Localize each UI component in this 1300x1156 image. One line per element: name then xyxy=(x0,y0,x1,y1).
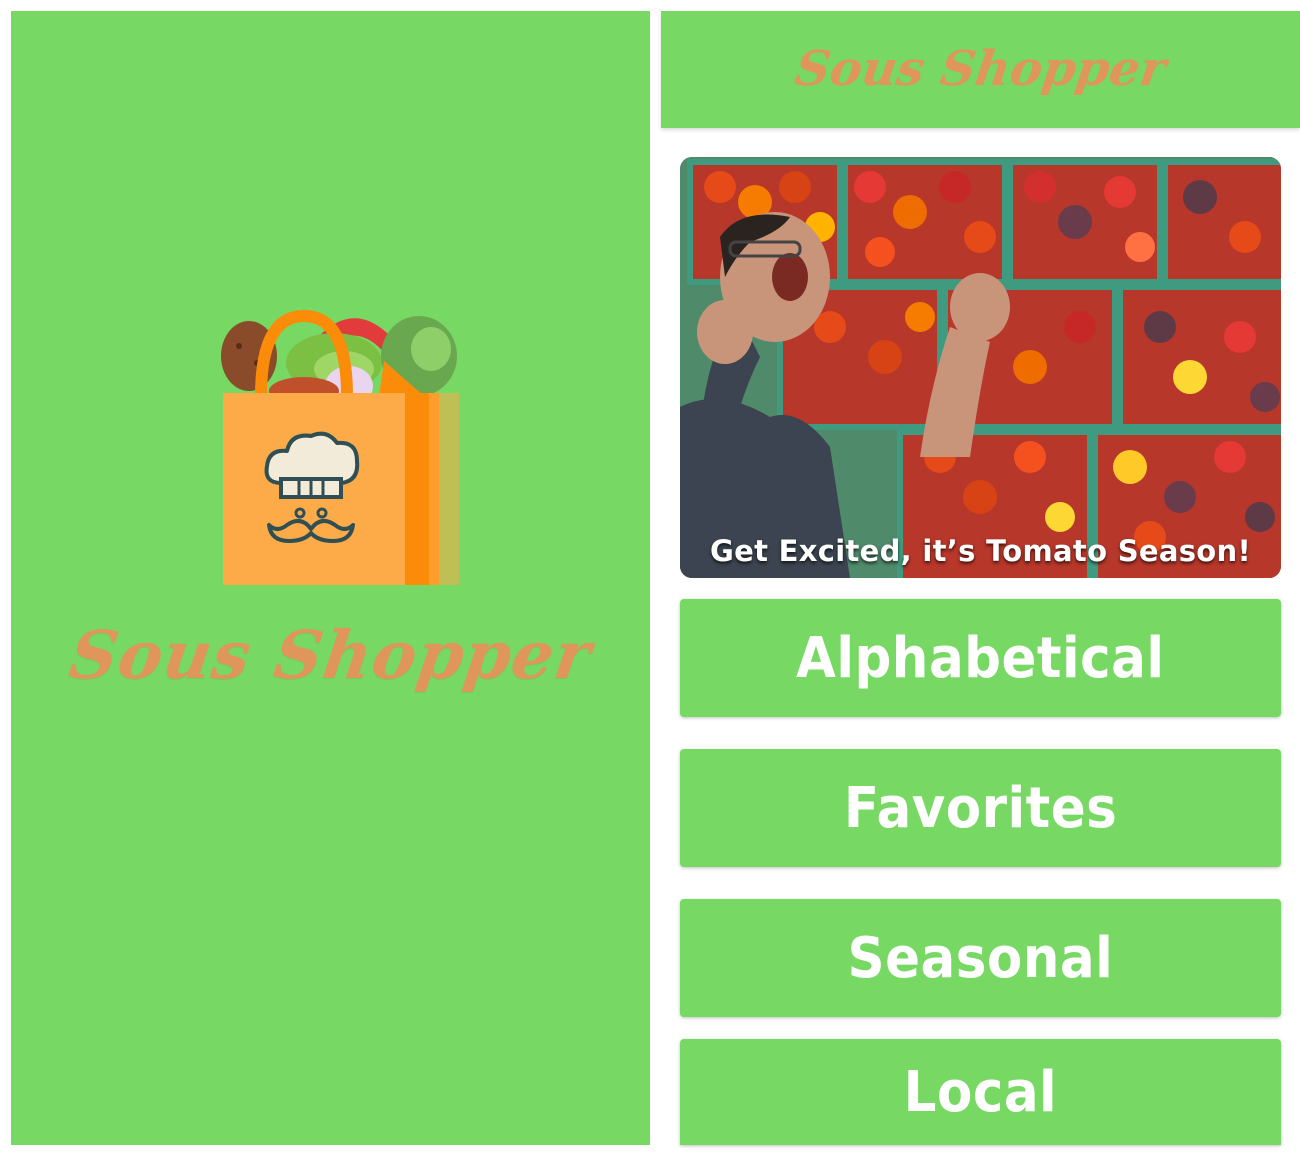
local-button[interactable]: Local xyxy=(680,1039,1281,1145)
splash-title: Sous Shopper xyxy=(64,616,597,694)
hero-banner[interactable]: Get Excited, it’s Tomato Season! xyxy=(680,157,1281,578)
home-screen: Sous Shopper Get Excited, it’s Tomato Se… xyxy=(661,11,1300,1145)
local-button-label: Local xyxy=(903,1059,1058,1125)
alphabetical-button[interactable]: Alphabetical xyxy=(680,599,1281,717)
seasonal-button[interactable]: Seasonal xyxy=(680,899,1281,1017)
favorites-button[interactable]: Favorites xyxy=(680,749,1281,867)
favorites-button-label: Favorites xyxy=(843,775,1118,841)
seasonal-button-label: Seasonal xyxy=(847,925,1114,991)
header-title: Sous Shopper xyxy=(791,41,1170,97)
hero-caption: Get Excited, it’s Tomato Season! xyxy=(710,534,1251,568)
tomato-photo xyxy=(680,157,1281,578)
splash-screen: Sous Shopper xyxy=(11,11,650,1145)
alphabetical-button-label: Alphabetical xyxy=(796,625,1165,691)
shopping-bag-chef-icon xyxy=(221,309,459,585)
app-header: Sous Shopper xyxy=(661,11,1300,128)
